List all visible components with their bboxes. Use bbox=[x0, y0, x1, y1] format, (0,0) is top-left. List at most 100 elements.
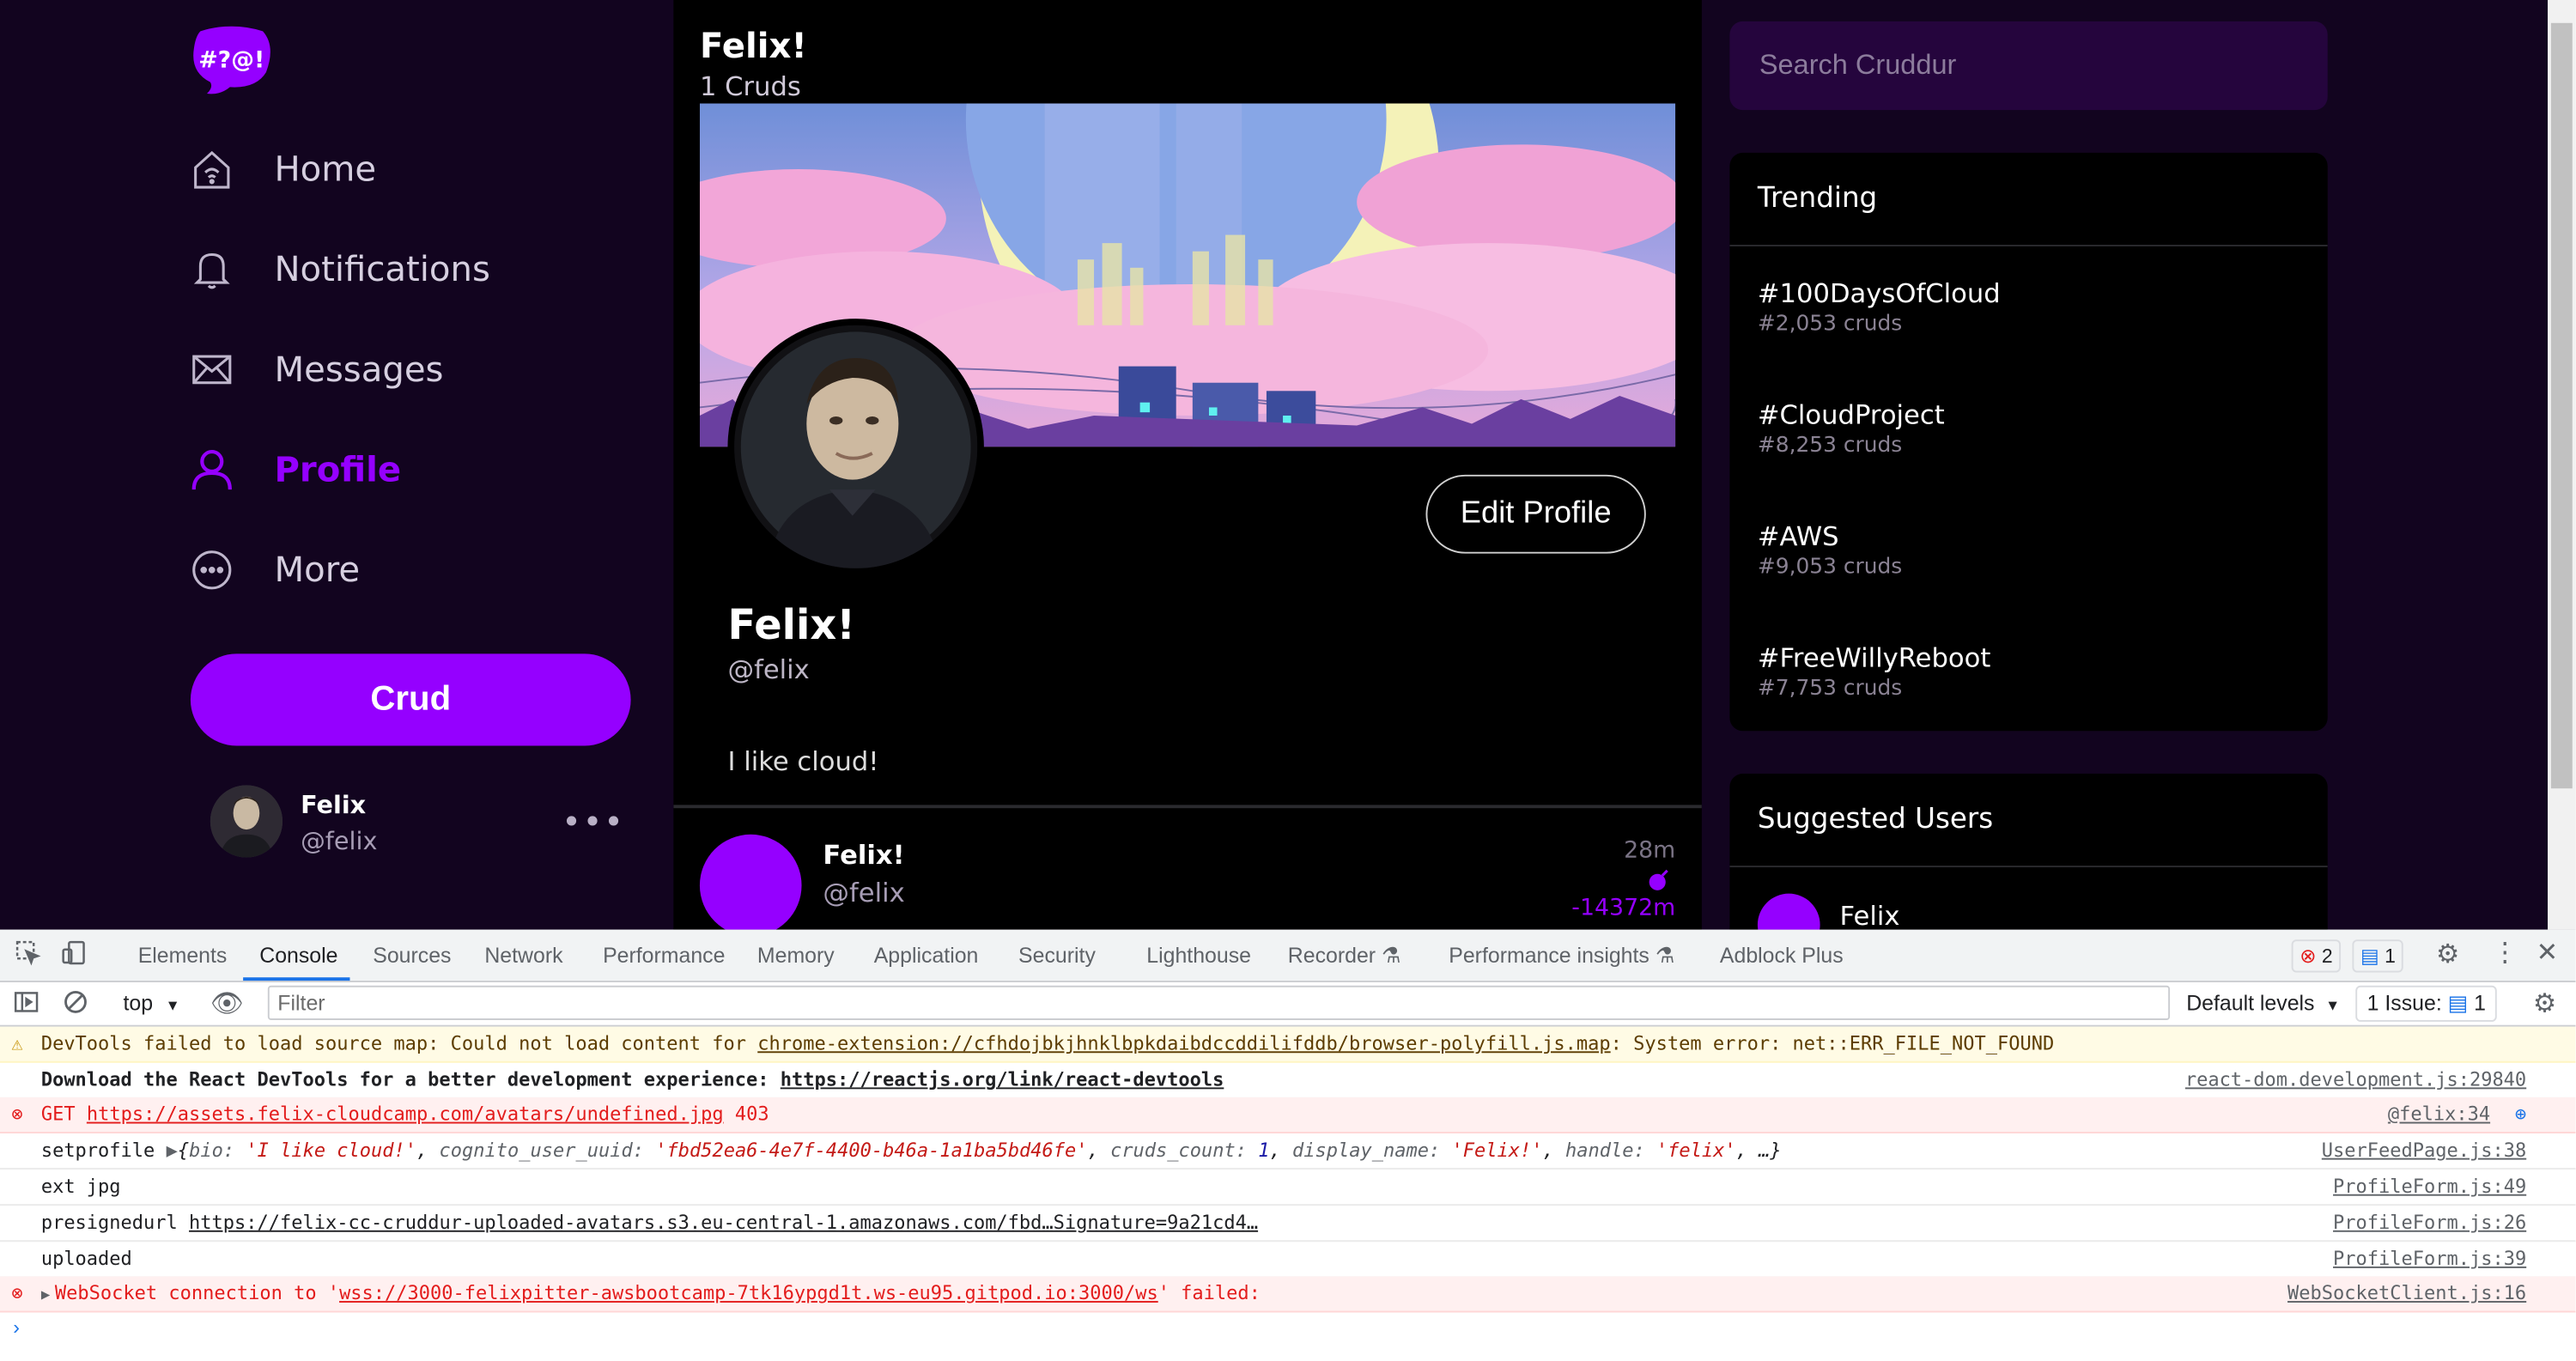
console-message: setprofile ▶{bio: 'I like cloud!', cogni… bbox=[40, 1138, 1782, 1162]
issues-button[interactable]: 1 Issue: ▤ 1 bbox=[2355, 985, 2498, 1022]
post-author-name[interactable]: Felix! bbox=[823, 840, 904, 871]
crud-button[interactable]: Crud bbox=[190, 653, 631, 746]
trending-item[interactable]: #AWS #9,053 cruds bbox=[1758, 520, 1902, 580]
inspect-element-icon[interactable] bbox=[15, 939, 41, 970]
nav-item-notifications[interactable]: Notifications bbox=[191, 236, 490, 302]
post-author-handle[interactable]: @felix bbox=[823, 878, 904, 908]
nav-label: Messages bbox=[274, 349, 444, 390]
presigned-url-link[interactable]: https://felix-cc-cruddur-uploaded-avatar… bbox=[189, 1211, 1258, 1234]
trending-tag: #AWS bbox=[1757, 520, 1839, 552]
messages-badge[interactable]: ▤ 1 bbox=[2352, 939, 2404, 973]
console-filter-input[interactable] bbox=[267, 985, 2171, 1020]
issues-count: 1 bbox=[2474, 990, 2486, 1016]
profile-avatar[interactable] bbox=[727, 319, 984, 575]
tab-network[interactable]: Network bbox=[484, 943, 562, 968]
home-icon bbox=[191, 148, 234, 191]
tab-recorder[interactable]: Recorder ⚗ bbox=[1288, 943, 1401, 969]
trending-item[interactable]: #FreeWillyReboot #7,753 cruds bbox=[1758, 642, 1990, 702]
errors-count: 2 bbox=[2321, 944, 2333, 968]
scrollbar-thumb[interactable] bbox=[2550, 22, 2573, 789]
tab-sources[interactable]: Sources bbox=[373, 943, 451, 968]
object-display-name: 'Felix!' bbox=[1451, 1138, 1543, 1162]
source-link[interactable]: WebSocketClient.js:16 bbox=[2287, 1276, 2526, 1310]
tab-memory[interactable]: Memory bbox=[757, 943, 835, 968]
settings-gear-icon[interactable]: ⚙ bbox=[2436, 938, 2459, 970]
object-cruds-count: 1 bbox=[1258, 1138, 1270, 1162]
tab-performance[interactable]: Performance bbox=[603, 943, 725, 968]
tab-lighthouse[interactable]: Lighthouse bbox=[1146, 943, 1251, 968]
cruddur-logo[interactable]: #?@! bbox=[191, 26, 273, 95]
sidebar-toggle-icon[interactable] bbox=[13, 989, 39, 1020]
current-user-avatar[interactable] bbox=[210, 785, 283, 858]
source-link[interactable]: ProfileForm.js:39 bbox=[2333, 1242, 2526, 1276]
trending-item[interactable]: #CloudProject #8,253 cruds bbox=[1758, 399, 1945, 459]
account-menu-icon[interactable]: ••• bbox=[562, 802, 623, 842]
object-uuid: 'fbd52ea6-4e7f-4400-b46a-1a1ba5bd46fe' bbox=[655, 1138, 1088, 1162]
tab-console[interactable]: Console bbox=[259, 943, 337, 968]
suggested-users-panel: Suggested Users Felix bbox=[1729, 774, 2328, 930]
nav-label: Profile bbox=[274, 450, 402, 490]
kebab-menu-icon[interactable]: ⋮ bbox=[2492, 936, 2518, 969]
react-devtools-link[interactable]: https://reactjs.org/link/react-devtools bbox=[781, 1067, 1224, 1091]
object-handle: 'felix' bbox=[1656, 1138, 1736, 1162]
search-input[interactable] bbox=[1729, 21, 2328, 111]
message-text: DevTools failed to load source map: Coul… bbox=[40, 1031, 758, 1055]
source-link[interactable]: ProfileForm.js:26 bbox=[2333, 1206, 2526, 1240]
message-icon: ▤ bbox=[2447, 990, 2469, 1016]
suggested-user-name[interactable]: Felix bbox=[1840, 900, 1900, 929]
console-message: DevTools failed to load source map: Coul… bbox=[41, 1027, 2054, 1061]
edit-profile-button[interactable]: Edit Profile bbox=[1425, 474, 1646, 554]
errors-badge[interactable]: ⊗ 2 bbox=[2291, 939, 2342, 973]
websocket-url-link[interactable]: wss://3000-felixpitter-awsbootcamp-7tk16… bbox=[339, 1281, 1158, 1304]
tab-security[interactable]: Security bbox=[1018, 943, 1096, 968]
post-avatar[interactable] bbox=[699, 834, 802, 930]
expand-arrow-icon[interactable]: ▶ bbox=[41, 1288, 50, 1304]
console-message: ext jpg bbox=[40, 1174, 121, 1198]
source-link[interactable]: UserFeedPage.js:38 bbox=[2322, 1133, 2526, 1168]
context-selector[interactable]: top ▼ bbox=[123, 991, 179, 1016]
close-icon[interactable]: ✕ bbox=[2537, 936, 2559, 969]
http-status: 403 bbox=[734, 1102, 769, 1126]
app-viewport: #?@! Home Notifications Messages Profile… bbox=[0, 0, 2576, 930]
nav-item-profile[interactable]: Profile bbox=[191, 437, 401, 503]
message-tail: : System error: net::ERR_FILE_NOT_FOUND bbox=[1610, 1031, 2055, 1055]
console-settings-gear-icon[interactable]: ⚙ bbox=[2533, 987, 2556, 1020]
source-link[interactable]: @felix:34 bbox=[2388, 1097, 2490, 1132]
device-toolbar-icon[interactable] bbox=[61, 939, 88, 970]
post-expires-value: -14372m bbox=[1571, 895, 1676, 922]
nav-label: Notifications bbox=[274, 249, 490, 289]
console-row: setprofile ▶{bio: 'I like cloud!', cogni… bbox=[0, 1133, 2576, 1170]
live-expression-eye-icon[interactable]: 👁 bbox=[210, 987, 244, 1020]
request-url-link[interactable]: https://assets.felix-cloudcamp.com/avata… bbox=[87, 1103, 724, 1126]
source-link[interactable]: ProfileForm.js:49 bbox=[2333, 1170, 2526, 1204]
clear-console-icon[interactable] bbox=[63, 989, 89, 1020]
nav-item-more[interactable]: More bbox=[191, 538, 360, 604]
bomb-icon bbox=[1649, 869, 1668, 890]
source-link[interactable]: react-dom.development.js:29840 bbox=[2185, 1063, 2526, 1097]
console-message: GET https://assets.felix-cloudcamp.com/a… bbox=[41, 1097, 769, 1132]
console-message: ▶ WebSocket connection to 'wss://3000-fel… bbox=[41, 1276, 1261, 1310]
expand-arrow-icon[interactable]: ▶ bbox=[167, 1139, 178, 1162]
messages-count: 1 bbox=[2385, 944, 2396, 968]
trending-tag: #100DaysOfCloud bbox=[1757, 277, 2001, 309]
console-prompt-icon[interactable]: › bbox=[13, 1315, 20, 1339]
nav-item-messages[interactable]: Messages bbox=[191, 337, 444, 403]
source-map-link[interactable]: chrome-extension://cfhdojbkjhnklbpkdaibd… bbox=[757, 1031, 1610, 1054]
message-text: WebSocket connection to ' bbox=[54, 1281, 340, 1304]
nav-item-home[interactable]: Home bbox=[191, 137, 376, 203]
trending-panel: Trending #100DaysOfCloud #2,053 cruds #C… bbox=[1729, 152, 2328, 732]
network-request-icon[interactable]: ⊕ bbox=[2515, 1097, 2526, 1132]
log-levels-dropdown[interactable]: Default levels ▼ bbox=[2186, 991, 2340, 1016]
tab-application[interactable]: Application bbox=[874, 943, 979, 968]
logo-text: #?@! bbox=[198, 46, 264, 73]
object-rest: , …} bbox=[1735, 1138, 1782, 1162]
dropdown-arrow-icon: ▼ bbox=[165, 997, 180, 1014]
tab-adblock-plus[interactable]: Adblock Plus bbox=[1720, 943, 1844, 968]
trending-item[interactable]: #100DaysOfCloud #2,053 cruds bbox=[1758, 277, 2001, 337]
suggested-users-title: Suggested Users bbox=[1729, 774, 2328, 868]
tab-performance-insights[interactable]: Performance insights ⚗ bbox=[1449, 943, 1674, 969]
suggested-user-avatar[interactable] bbox=[1757, 893, 1820, 930]
tab-elements[interactable]: Elements bbox=[138, 943, 228, 968]
profile-header-title: Felix! bbox=[699, 26, 807, 66]
cruds-count: 1 Cruds bbox=[699, 70, 801, 102]
